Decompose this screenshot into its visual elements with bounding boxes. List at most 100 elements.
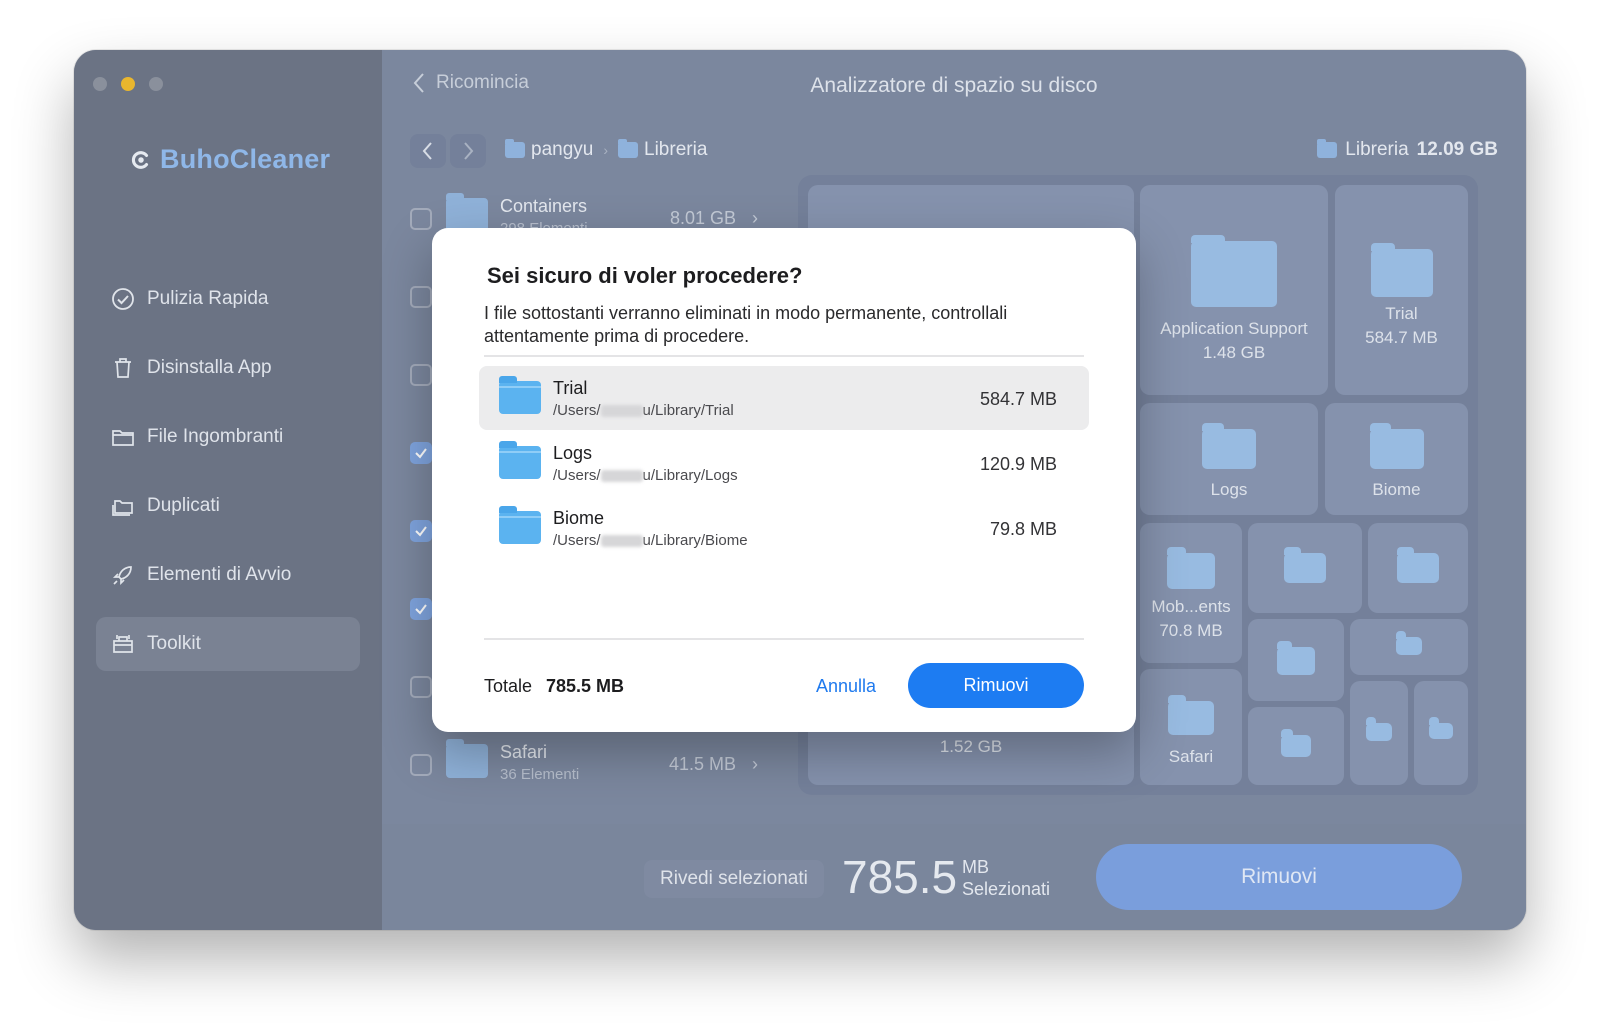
sidebar-item-pulizia-rapida[interactable]: Pulizia Rapida: [96, 272, 360, 326]
cancel-button[interactable]: Annulla: [816, 676, 876, 697]
treemap-tile[interactable]: Application Support 1.48 GB: [1140, 185, 1328, 395]
folder-icon: [1168, 695, 1214, 735]
redacted-username: [600, 535, 643, 548]
tile-label: Trial: [1385, 304, 1418, 323]
tile-label: Mob...ents: [1151, 597, 1231, 616]
treemap-tile[interactable]: [1350, 681, 1408, 785]
row-size: 8.01 GB: [669, 208, 736, 228]
row-name: Containers: [500, 196, 588, 216]
row-checkbox[interactable]: [410, 676, 432, 698]
folder-icon: [1369, 423, 1424, 469]
selected-size-value: 785.5: [842, 851, 958, 903]
tile-label: Biome: [1372, 480, 1421, 499]
current-folder-size: Libreria 12.09 GB: [1317, 139, 1498, 161]
sidebar-item-elementi-di-avvio[interactable]: Elementi di Avvio: [96, 548, 360, 602]
treemap-tile[interactable]: Safari: [1140, 669, 1242, 785]
sidebar: BuhoCleaner Pulizia Rapida Disinstalla A…: [74, 50, 382, 930]
chevron-left-icon: [422, 142, 432, 160]
sidebar-item-disinstalla-app[interactable]: Disinstalla App: [96, 341, 360, 395]
tile-label: Logs: [1210, 480, 1248, 499]
tile-label: Application Support: [1160, 319, 1308, 338]
row-checkbox-checked[interactable]: [410, 520, 432, 542]
sidebar-item-file-ingombranti[interactable]: File Ingombranti: [96, 410, 360, 464]
divider: [484, 355, 1084, 357]
treemap-tile[interactable]: [1248, 619, 1344, 701]
folder-icon: [446, 739, 488, 778]
chevron-right-icon[interactable]: ›: [752, 754, 758, 775]
item-size: 120.9 MB: [979, 454, 1057, 474]
row-checkbox-checked[interactable]: [410, 598, 432, 620]
tile-size: 70.8 MB: [1159, 621, 1223, 640]
total-value: 785.5 MB: [546, 676, 625, 696]
zoom-window-button[interactable]: [149, 77, 163, 91]
treemap-tile[interactable]: Trial 584.7 MB: [1335, 185, 1468, 395]
item-size: 79.8 MB: [989, 519, 1057, 539]
folder-icon: [112, 430, 134, 446]
treemap-tile[interactable]: [1248, 707, 1344, 785]
review-selected-button[interactable]: Rivedi selezionati: [644, 860, 824, 898]
checkmark-icon: [415, 526, 427, 537]
row-checkbox[interactable]: [410, 754, 432, 776]
close-window-button[interactable]: [93, 77, 107, 91]
confirm-remove-button[interactable]: Rimuovi: [908, 663, 1084, 708]
item-name: Trial: [553, 378, 588, 398]
sidebar-item-label: Pulizia Rapida: [147, 288, 269, 309]
treemap-tile[interactable]: Logs: [1140, 403, 1318, 515]
list-item[interactable]: Safari 36 Elementi 41.5 MB ›: [410, 736, 770, 796]
chevron-right-icon[interactable]: ›: [752, 208, 758, 229]
treemap-tile[interactable]: [1350, 619, 1468, 675]
treemap-tile[interactable]: [1368, 523, 1468, 613]
list-item[interactable]: Trial /Users/u/Library/Trial 584.7 MB: [479, 366, 1089, 430]
minimize-window-button[interactable]: [121, 77, 135, 91]
row-size: 41.5 MB: [668, 754, 736, 774]
folder-icon: [1317, 139, 1338, 158]
row-checkbox[interactable]: [410, 208, 432, 230]
nav-forward-button[interactable]: [450, 134, 486, 168]
breadcrumb-item[interactable]: Libreria: [644, 139, 707, 161]
sidebar-item-duplicati[interactable]: Duplicati: [96, 479, 360, 533]
treemap-tile[interactable]: [1248, 523, 1362, 613]
item-path: /Users/u/Library/Trial: [553, 402, 734, 419]
checkmark-icon: [415, 604, 427, 615]
folder-icon: [1281, 729, 1311, 757]
row-checkbox[interactable]: [410, 364, 432, 386]
breadcrumb-item[interactable]: pangyu: [531, 139, 593, 161]
tile-label: 1.52 GB: [939, 737, 1003, 756]
selected-unit: MB: [962, 857, 989, 877]
page-title: Analizzatore di spazio su disco: [810, 74, 1098, 97]
total-label: Totale: [484, 676, 533, 696]
buhocleaner-logo-icon: [131, 150, 149, 169]
selected-label: Selezionati: [962, 879, 1051, 899]
sidebar-nav: Pulizia Rapida Disinstalla App File Ingo…: [96, 272, 360, 686]
divider: [484, 638, 1084, 640]
path-bar: pangyu › Libreria Libreria 12.09 GB: [410, 134, 1498, 170]
app-name: BuhoCleaner: [160, 144, 331, 174]
list-item[interactable]: Biome /Users/u/Library/Biome 79.8 MB: [479, 496, 1089, 560]
folder-icon: [446, 193, 488, 232]
folder-icon: [1429, 717, 1453, 739]
list-item[interactable]: Logs /Users/u/Library/Logs 120.9 MB: [479, 431, 1089, 495]
item-path: /Users/u/Library/Logs: [553, 467, 738, 484]
home-folder-icon: [505, 139, 525, 158]
row-checkbox[interactable]: [410, 286, 432, 308]
treemap-tile[interactable]: Biome: [1325, 403, 1468, 515]
sidebar-item-toolkit[interactable]: Toolkit: [96, 617, 360, 671]
folder-icon: [499, 376, 541, 414]
toolbox-icon: [113, 635, 133, 653]
brand: BuhoCleaner: [130, 144, 330, 175]
tile-size: 1.48 GB: [1202, 343, 1266, 362]
folder-icon: [1370, 243, 1433, 297]
nav-back-button[interactable]: [410, 134, 446, 168]
bottom-bar: Rivedi selezionati 785.5 MB Selezionati …: [382, 824, 1526, 930]
window-controls: [93, 77, 163, 91]
sidebar-item-label: Elementi di Avvio: [147, 564, 292, 585]
current-folder-name: Libreria: [1345, 139, 1409, 160]
confirm-dialog: Sei sicuro di voler procedere? I file so…: [432, 228, 1136, 732]
folder-icon: [499, 441, 541, 479]
folder-icon: [1167, 547, 1215, 589]
remove-button[interactable]: Rimuovi: [1096, 844, 1462, 910]
trash-icon: [115, 358, 131, 378]
treemap-tile[interactable]: [1414, 681, 1468, 785]
row-checkbox-checked[interactable]: [410, 442, 432, 464]
treemap-tile[interactable]: Mob...ents 70.8 MB: [1140, 523, 1242, 663]
